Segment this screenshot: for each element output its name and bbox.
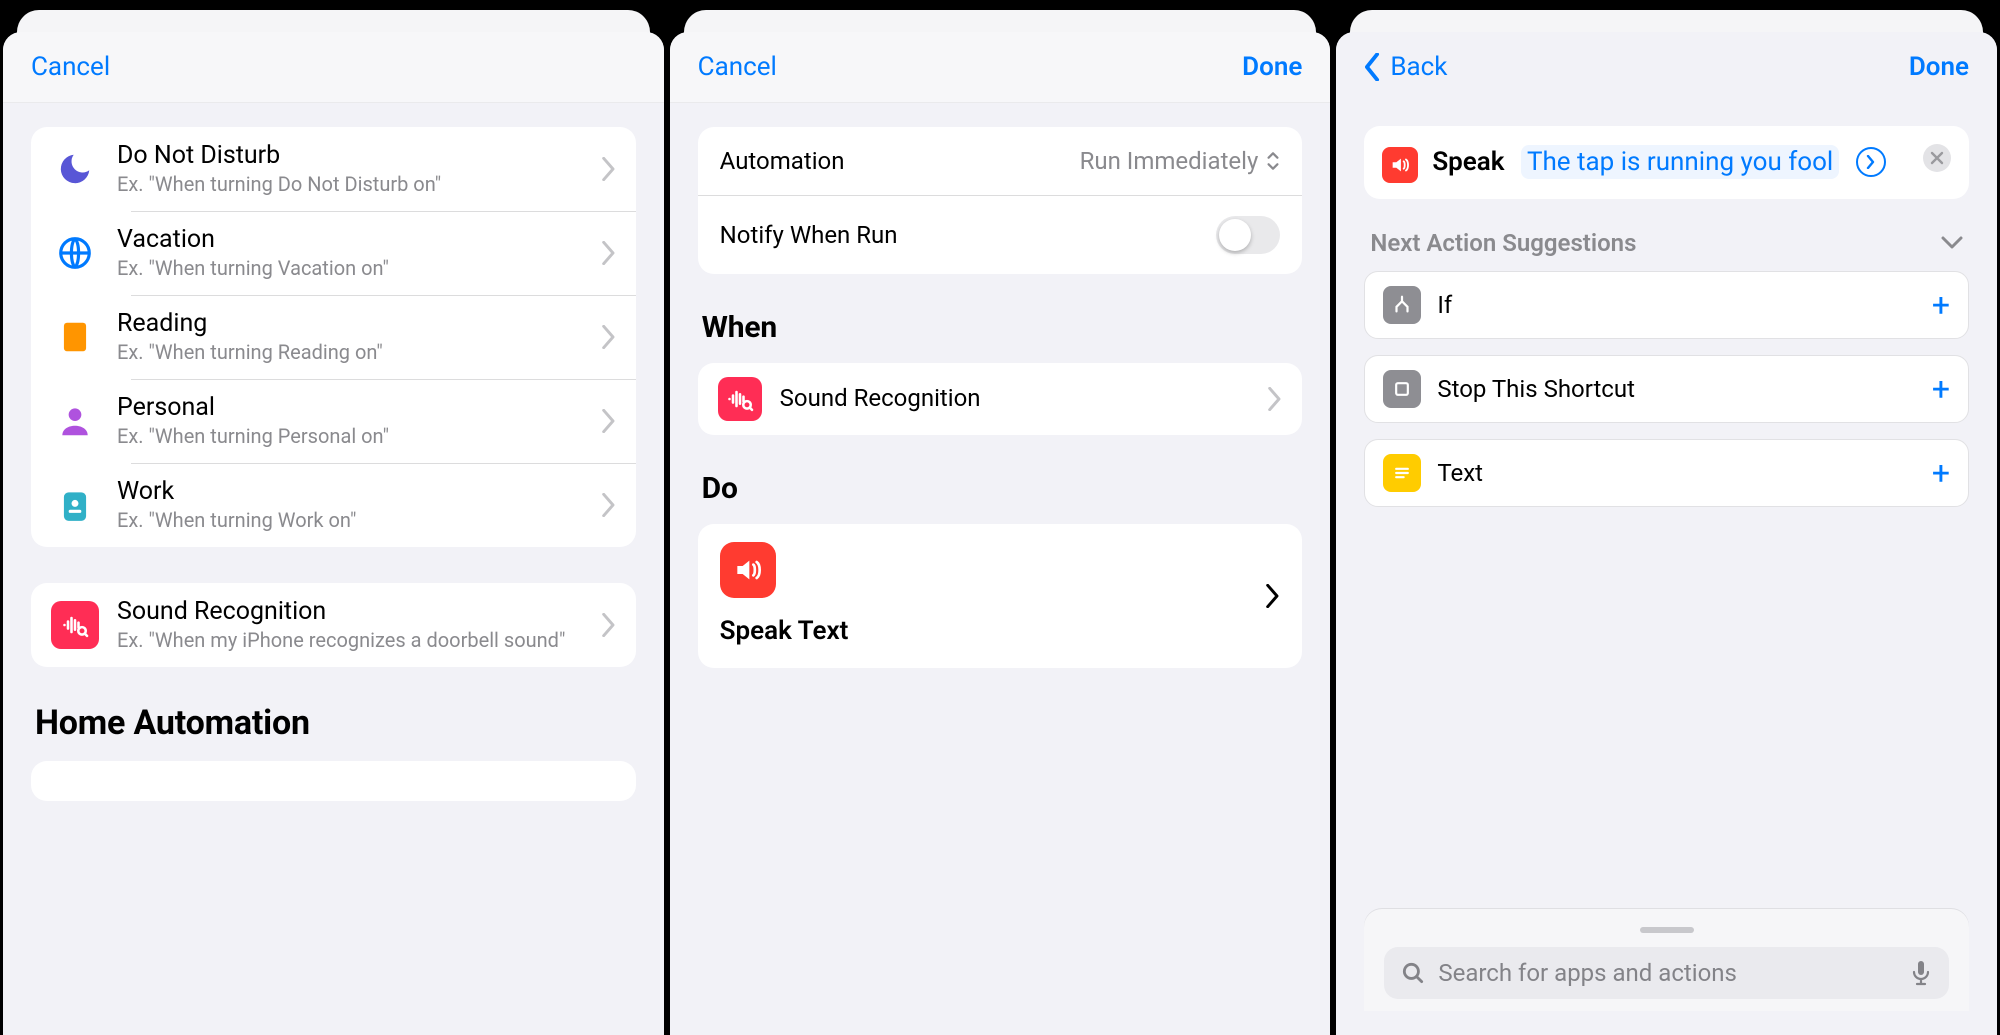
sound-row-title: Sound Recognition [117, 597, 584, 626]
sound-recognition-row[interactable]: Sound Recognition Ex. "When my iPhone re… [31, 583, 636, 667]
when-header: When [702, 310, 1299, 345]
clear-action-button[interactable] [1923, 144, 1951, 172]
text-icon [1383, 454, 1421, 492]
do-header: Do [702, 471, 1299, 506]
focus-reading-row[interactable]: Reading Ex. "When turning Reading on" [31, 295, 636, 379]
stop-icon [1383, 370, 1421, 408]
automation-label: Automation [720, 147, 845, 175]
action-disclosure-button[interactable] [1856, 147, 1886, 177]
focus-row-title: Vacation [117, 225, 584, 254]
person-icon [51, 397, 99, 445]
home-automation-card-peek [31, 761, 636, 801]
chevron-right-icon [602, 493, 616, 517]
done-button[interactable]: Done [1909, 52, 1969, 82]
suggestion-text[interactable]: Text + [1364, 439, 1969, 507]
search-placeholder: Search for apps and actions [1438, 959, 1737, 987]
focus-work-row[interactable]: Work Ex. "When turning Work on" [31, 463, 636, 547]
when-sound-recognition-row[interactable]: Sound Recognition [698, 363, 1303, 435]
suggestions-header: Next Action Suggestions [1370, 229, 1636, 257]
globe-icon [51, 229, 99, 277]
done-button[interactable]: Done [1242, 52, 1302, 82]
suggestion-label: Stop This Shortcut [1437, 375, 1916, 403]
suggestion-label: If [1437, 291, 1916, 319]
chevron-right-icon [602, 241, 616, 265]
notify-when-run-row: Notify When Run [698, 195, 1303, 274]
cancel-button[interactable]: Cancel [31, 52, 110, 82]
sound-row-subtitle: Ex. "When my iPhone recognizes a doorbel… [117, 628, 584, 653]
suggestions-header-row[interactable]: Next Action Suggestions [1364, 229, 1969, 271]
microphone-icon[interactable] [1909, 959, 1933, 987]
automation-value: Run Immediately [1080, 147, 1259, 175]
suggestion-if[interactable]: If + [1364, 271, 1969, 339]
chevron-right-icon [602, 157, 616, 181]
search-dock: Search for apps and actions [1364, 909, 1969, 1011]
chevron-left-icon [1364, 53, 1380, 81]
notify-label: Notify When Run [720, 221, 898, 249]
speaker-icon [1382, 147, 1418, 183]
focus-personal-row[interactable]: Personal Ex. "When turning Personal on" [31, 379, 636, 463]
plus-icon: + [1932, 289, 1950, 321]
automation-settings-card: Automation Run Immediately Notify When R… [698, 127, 1303, 274]
plus-icon: + [1932, 457, 1950, 489]
chevron-right-icon [602, 613, 616, 637]
search-input[interactable]: Search for apps and actions [1384, 947, 1949, 999]
chevron-right-icon [602, 325, 616, 349]
when-row-title: Sound Recognition [780, 384, 1251, 412]
back-button[interactable]: Back [1364, 52, 1447, 82]
badge-icon [51, 481, 99, 529]
focus-row-title: Do Not Disturb [117, 141, 584, 170]
do-card[interactable]: Speak Text [698, 524, 1303, 668]
focus-modes-card: Do Not Disturb Ex. "When turning Do Not … [31, 127, 636, 547]
chevron-right-icon [602, 409, 616, 433]
focus-row-subtitle: Ex. "When turning Vacation on" [117, 256, 584, 281]
sound-recognition-card: Sound Recognition Ex. "When my iPhone re… [31, 583, 636, 667]
up-down-chevron-icon [1266, 150, 1280, 172]
speak-argument[interactable]: The tap is running you fool [1521, 145, 1839, 179]
suggestion-stop[interactable]: Stop This Shortcut + [1364, 355, 1969, 423]
chevron-down-icon [1941, 236, 1963, 250]
focus-row-subtitle: Ex. "When turning Do Not Disturb on" [117, 172, 584, 197]
sound-recognition-icon [718, 377, 762, 421]
focus-do-not-disturb-row[interactable]: Do Not Disturb Ex. "When turning Do Not … [31, 127, 636, 211]
notify-toggle[interactable] [1216, 216, 1280, 254]
suggestion-label: Text [1437, 459, 1916, 487]
navbar-panel3: Back Done [1336, 32, 1997, 102]
chevron-right-icon [1266, 584, 1280, 608]
when-card: Sound Recognition [698, 363, 1303, 435]
focus-row-title: Reading [117, 309, 584, 338]
speaker-icon [720, 542, 776, 598]
focus-row-title: Personal [117, 393, 584, 422]
navbar-panel2: Cancel Done [670, 32, 1331, 103]
do-action-title: Speak Text [720, 616, 1281, 646]
focus-vacation-row[interactable]: Vacation Ex. "When turning Vacation on" [31, 211, 636, 295]
moon-icon [51, 145, 99, 193]
focus-row-title: Work [117, 477, 584, 506]
chevron-right-icon [1268, 387, 1282, 411]
sheet-grabber[interactable] [1640, 927, 1694, 933]
navbar-panel1: Cancel [3, 32, 664, 103]
back-label: Back [1390, 52, 1447, 82]
search-icon [1400, 960, 1426, 986]
focus-row-subtitle: Ex. "When turning Work on" [117, 508, 584, 533]
sound-recognition-icon [51, 601, 99, 649]
focus-row-subtitle: Ex. "When turning Reading on" [117, 340, 584, 365]
cancel-button[interactable]: Cancel [698, 52, 777, 82]
speak-verb: Speak [1432, 147, 1504, 177]
book-icon [51, 313, 99, 361]
automation-mode-row[interactable]: Automation Run Immediately [698, 127, 1303, 195]
speak-action-card[interactable]: Speak The tap is running you fool [1364, 126, 1969, 199]
focus-row-subtitle: Ex. "When turning Personal on" [117, 424, 584, 449]
plus-icon: + [1932, 373, 1950, 405]
branch-icon [1383, 286, 1421, 324]
home-automation-header: Home Automation [35, 703, 632, 743]
